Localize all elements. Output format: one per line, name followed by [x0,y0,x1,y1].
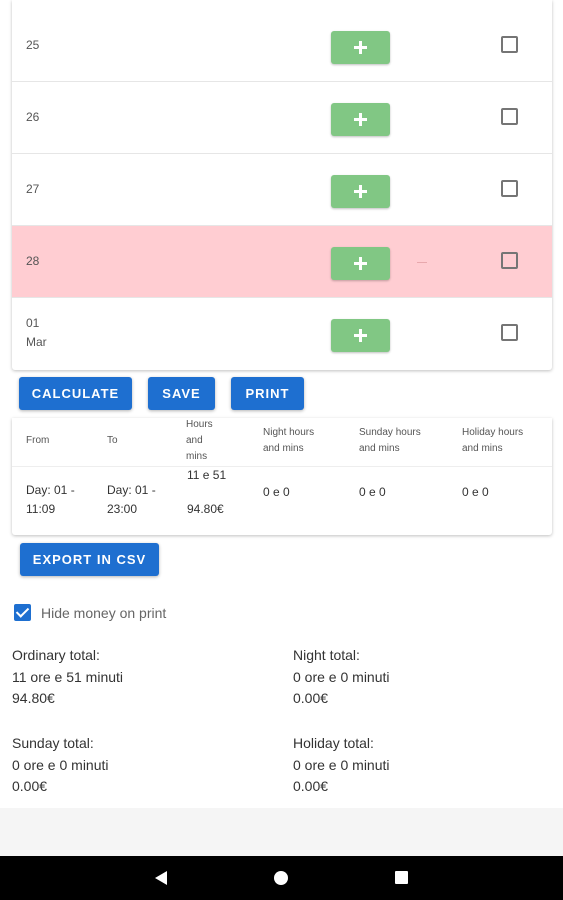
home-circle-icon[interactable] [274,871,288,885]
print-button[interactable]: PRINT [231,377,304,410]
cell-money: 94.80€ [187,502,224,516]
header-hours: Hours and mins [186,419,213,462]
hide-money-label: Hide money on print [41,604,167,621]
total-money: 94.80€ [12,690,55,706]
total-title: Holiday total: [293,735,374,751]
day-label: 28 [26,254,40,268]
day-checkbox[interactable] [501,36,518,53]
day-row: 01 Mar [12,298,552,370]
export-csv-button[interactable]: EXPORT IN CSV [20,543,159,576]
total-money: 0.00€ [293,778,329,794]
add-shift-button[interactable] [331,247,390,280]
android-nav-bar [0,856,563,900]
day-checkbox[interactable] [501,108,518,125]
app-screen: 25 26 27 28 01 Mar CALCULATE SAVE PRINT [0,0,563,856]
day-row: 27 [12,154,552,226]
day-row: 26 [12,82,552,154]
recent-square-icon[interactable] [395,871,408,884]
calculate-button[interactable]: CALCULATE [19,377,132,410]
day-row-holiday: 28 [12,226,552,298]
total-money: 0.00€ [293,690,329,706]
day-label: 26 [26,110,40,124]
header-sunday: Sunday hours and mins [359,427,421,454]
total-money: 0.00€ [12,778,48,794]
cell-to: Day: 01 - 23:00 [107,483,156,516]
day-checkbox[interactable] [501,180,518,197]
holiday-total: Holiday total: 0 ore e 0 minuti 0.00€ [293,733,390,798]
day-checkbox[interactable] [501,324,518,341]
total-time: 0 ore e 0 minuti [293,668,390,685]
cell-from: Day: 01 - 11:09 [26,483,75,516]
hide-money-option[interactable]: Hide money on print [14,604,166,621]
total-title: Sunday total: [12,735,94,751]
cell-holiday: 0 e 0 [462,485,489,499]
sunday-total: Sunday total: 0 ore e 0 minuti 0.00€ [12,733,109,798]
cell-sunday: 0 e 0 [359,485,386,499]
page-footer-space [0,808,563,856]
back-triangle-icon[interactable] [155,871,167,885]
remove-shift-icon [417,262,427,263]
header-from: From [26,435,50,446]
row-divider [12,466,552,467]
total-title: Night total: [293,647,360,663]
day-label: 01 Mar [26,316,47,349]
days-list: 25 26 27 28 01 Mar [12,0,552,370]
total-title: Ordinary total: [12,647,100,663]
cell-night: 0 e 0 [263,485,290,499]
add-shift-button[interactable] [331,319,390,352]
header-night: Night hours and mins [263,427,315,454]
add-shift-button[interactable] [331,103,390,136]
save-button[interactable]: SAVE [148,377,215,410]
header-holiday: Holiday hours and mins [462,427,524,454]
header-to: To [107,435,118,446]
results-table: From To Hours and mins Night hours and m… [12,418,552,535]
total-time: 0 ore e 0 minuti [12,756,109,773]
cell-hours: 11 e 51 [187,468,227,482]
add-shift-button[interactable] [331,175,390,208]
day-checkbox[interactable] [501,252,518,269]
ordinary-total: Ordinary total: 11 ore e 51 minuti 94.80… [12,645,123,710]
day-label: 27 [26,182,40,196]
night-total: Night total: 0 ore e 0 minuti 0.00€ [293,645,390,710]
checkbox-checked-icon[interactable] [14,604,31,621]
day-label: 25 [26,38,40,52]
total-time: 11 ore e 51 minuti [12,668,124,685]
total-time: 0 ore e 0 minuti [293,756,390,773]
add-shift-button[interactable] [331,31,390,64]
day-row: 25 [12,10,552,82]
